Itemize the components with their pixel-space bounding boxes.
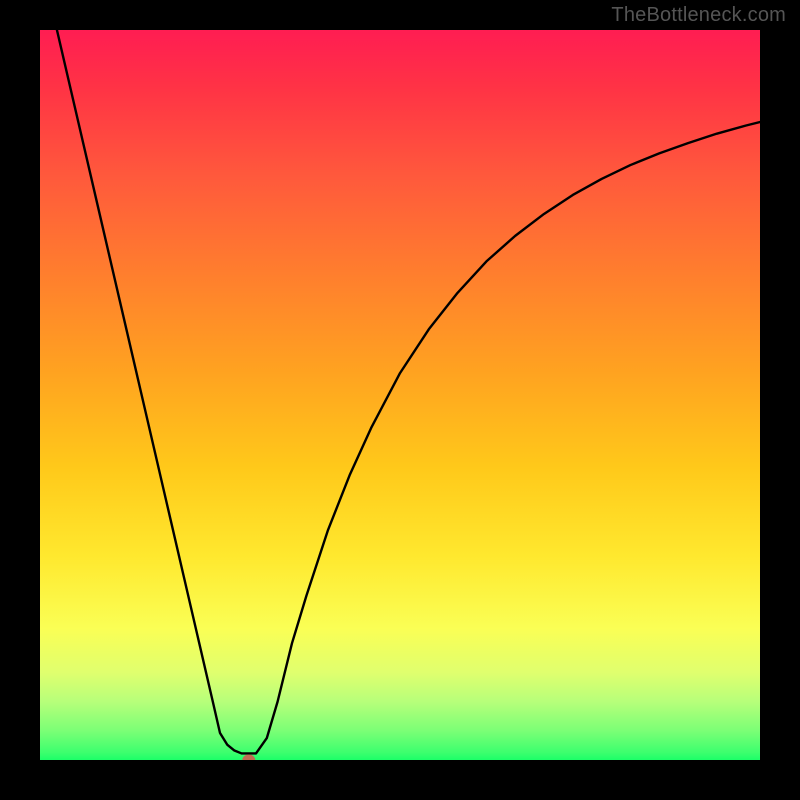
chart-plot-area [40, 30, 760, 760]
curve-line [40, 30, 760, 753]
watermark-text: TheBottleneck.com [611, 4, 786, 27]
marker-dot [242, 755, 255, 761]
chart-frame: TheBottleneck.com [0, 0, 800, 800]
chart-svg [40, 30, 760, 760]
